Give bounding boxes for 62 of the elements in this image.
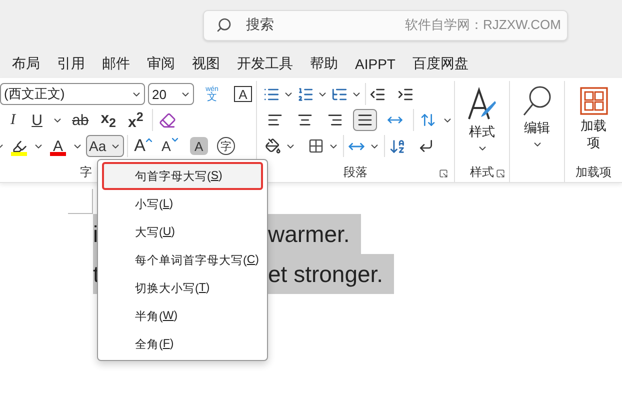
paragraph-mark-icon <box>418 138 434 154</box>
highlighter-icon <box>12 138 26 154</box>
ribbon-tab[interactable]: 视图 <box>192 55 220 73</box>
search-field[interactable]: 搜索 软件自学网：RJZXW.COM <box>203 10 568 40</box>
menu-item[interactable]: 小写(L) <box>102 190 263 218</box>
eraser-icon <box>159 112 176 128</box>
grid-icon <box>580 87 608 115</box>
sort-icon <box>389 138 406 154</box>
shading-icon <box>265 138 281 154</box>
line-spacing-icon <box>420 112 436 128</box>
styles-icon <box>467 87 497 121</box>
align-justify-icon <box>357 112 373 128</box>
ribbon-tab[interactable]: 引用 <box>57 55 85 73</box>
group-label: 样式 <box>470 164 494 180</box>
ribbon-tab[interactable]: 开发工具 <box>237 55 293 73</box>
character-border-button[interactable]: A <box>234 86 252 102</box>
character-shading-button[interactable]: A <box>190 137 208 155</box>
ribbon-tab[interactable]: 邮件 <box>102 55 130 73</box>
menu-item[interactable]: 句首字母大写(S) <box>102 162 263 190</box>
italic-button[interactable]: I <box>4 109 22 131</box>
enclose-character-button[interactable]: 字 <box>216 137 235 155</box>
align-center-icon <box>297 112 313 128</box>
font-color-button[interactable]: A <box>47 135 69 157</box>
styles-button[interactable]: 样式 <box>455 87 509 154</box>
editing-button[interactable]: 编辑 <box>510 85 564 150</box>
ribbon-tab[interactable]: 布局 <box>12 55 40 73</box>
shrink-font-button[interactable]: A <box>158 135 181 157</box>
change-case-button[interactable]: Aa <box>86 135 124 157</box>
menu-item[interactable]: 每个单词首字母大写(C) <box>102 246 263 274</box>
menu-item[interactable]: 半角(W) <box>102 302 263 330</box>
margin-marker <box>68 189 93 214</box>
menu-item[interactable]: 切换大小写(T) <box>102 274 263 302</box>
align-justify-button[interactable] <box>353 109 377 131</box>
menu-item[interactable]: 全角(F) <box>102 330 263 358</box>
menu-item[interactable]: 大写(U) <box>102 218 263 246</box>
ribbon-tab[interactable]: AIPPT <box>355 56 396 72</box>
selected-text: warmer. <box>268 214 361 254</box>
grow-font-button[interactable]: A <box>131 135 156 157</box>
ribbon-tab[interactable]: 百度网盘 <box>412 55 468 73</box>
add-ins-button[interactable]: 加载项 <box>578 87 610 151</box>
group-label: 加载项 <box>576 164 612 180</box>
align-left-icon <box>267 112 283 128</box>
subscript-button[interactable]: x$_{2}$ <box>98 109 119 131</box>
search-icon <box>216 17 232 33</box>
strikethrough-button[interactable]: ab <box>69 109 92 131</box>
group-label: 字 <box>80 164 92 180</box>
underline-button[interactable]: U <box>28 109 46 131</box>
group-label: 段落 <box>344 164 368 180</box>
numbered-list-icon <box>297 86 314 102</box>
dialog-launcher-icon <box>439 169 448 178</box>
ribbon-tab[interactable]: 帮助 <box>310 55 338 73</box>
borders-icon <box>308 138 324 154</box>
font-size-combo[interactable]: 20 <box>148 83 194 105</box>
align-right-icon <box>327 112 343 128</box>
watermark-hint: 软件自学网：RJZXW.COM <box>405 16 561 34</box>
font-name-combo[interactable]: (西文正文) <box>0 83 145 105</box>
search-placeholder: 搜索 <box>246 16 275 34</box>
superscript-button[interactable]: x$^{2}$ <box>124 109 146 131</box>
ribbon-tab[interactable]: 审阅 <box>147 55 175 73</box>
selected-text: et stronger. <box>268 254 394 294</box>
magnifier-icon <box>522 85 552 117</box>
dialog-launcher-icon <box>496 169 505 178</box>
